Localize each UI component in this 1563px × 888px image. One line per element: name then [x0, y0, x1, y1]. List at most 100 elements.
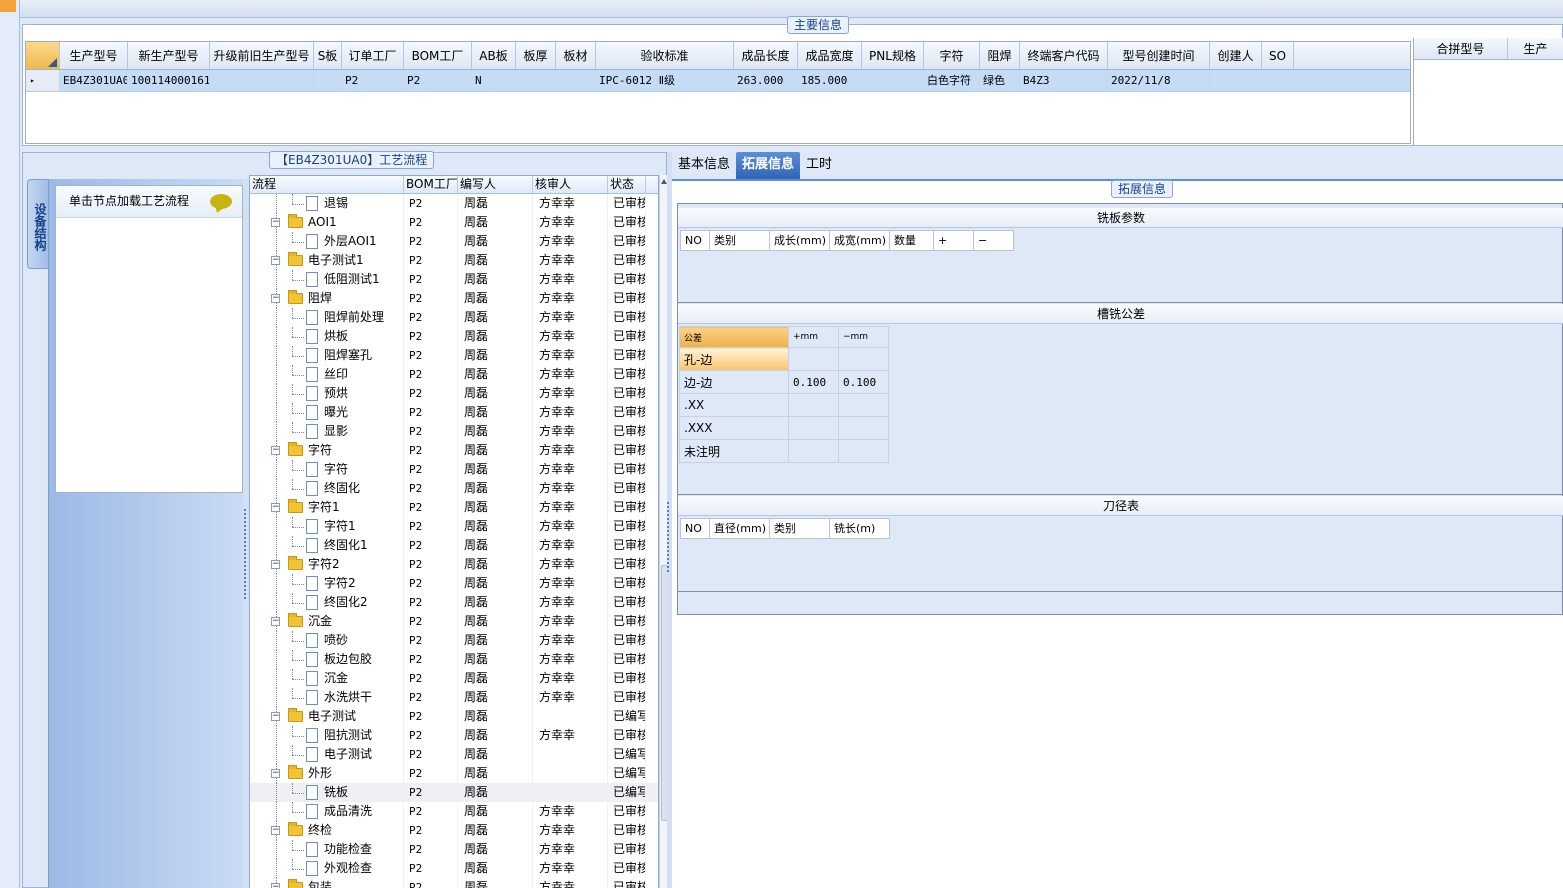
tolerance-cell[interactable]: [788, 439, 839, 463]
table-cell[interactable]: [556, 70, 596, 91]
milling-column-header[interactable]: +: [934, 230, 974, 251]
milling-column-header[interactable]: 成宽(mm): [830, 230, 890, 251]
grid-corner-select-all[interactable]: [26, 42, 60, 69]
table-cell[interactable]: 185.000: [798, 70, 862, 91]
side-tab-equipment-structure[interactable]: 设备结构: [27, 179, 49, 269]
column-header[interactable]: 板材: [556, 42, 596, 69]
tree-row[interactable]: 终固化 P2 周磊 方幸幸 已审核: [250, 479, 658, 498]
tree-row[interactable]: − 外形 P2 周磊 已编写: [250, 764, 658, 783]
tolerance-cell[interactable]: 未注明: [679, 439, 789, 463]
tree-node-label[interactable]: 终固化1: [324, 536, 368, 555]
tab-work-hours[interactable]: 工时: [800, 152, 838, 179]
tool-column-header[interactable]: NO: [680, 518, 710, 539]
tree-node-label[interactable]: 丝印: [324, 365, 348, 384]
tree-row[interactable]: 喷砂 P2 周磊 方幸幸 已审核: [250, 631, 658, 650]
tree-node-label[interactable]: 终固化2: [324, 593, 368, 612]
tree-node-label[interactable]: 字符: [324, 460, 348, 479]
column-header[interactable]: SO: [1262, 42, 1294, 69]
tree-node-label[interactable]: 阻焊: [308, 289, 332, 308]
tree-node-label[interactable]: 功能检查: [324, 840, 372, 859]
tool-column-header[interactable]: 直径(mm): [710, 518, 770, 539]
splitter-grip[interactable]: [244, 509, 248, 599]
tree-node-label[interactable]: 字符: [308, 441, 332, 460]
tree-node-label[interactable]: 低阻测试1: [324, 270, 380, 289]
tree-row[interactable]: − 阻焊 P2 周磊 方幸幸 已审核: [250, 289, 658, 308]
tree-row[interactable]: 铣板 P2 周磊 已编写: [250, 783, 658, 802]
tree-node-label[interactable]: 曝光: [324, 403, 348, 422]
collapse-toggle-icon[interactable]: −: [271, 294, 280, 303]
splitter-grip[interactable]: [667, 502, 669, 572]
tree-node-label[interactable]: 外观检查: [324, 859, 372, 878]
tree-row[interactable]: − 字符2 P2 周磊 方幸幸 已审核: [250, 555, 658, 574]
table-cell[interactable]: [862, 70, 924, 91]
tree-node-label[interactable]: 预烘: [324, 384, 348, 403]
tree-column-header[interactable]: 核审人: [533, 176, 608, 193]
tolerance-cell[interactable]: 0.100: [788, 370, 839, 394]
tree-row[interactable]: 电子测试 P2 周磊 已编写: [250, 745, 658, 764]
tree-node-label[interactable]: 退锡: [324, 194, 348, 213]
column-header[interactable]: 成品宽度: [798, 42, 862, 69]
tree-node-label[interactable]: 铣板: [324, 783, 348, 802]
tree-row[interactable]: 低阻测试1 P2 周磊 方幸幸 已审核: [250, 270, 658, 289]
tree-node-label[interactable]: 电子测试: [308, 707, 356, 726]
tolerance-cell[interactable]: .XX: [679, 393, 789, 417]
tree-row[interactable]: 板边包胶 P2 周磊 方幸幸 已审核: [250, 650, 658, 669]
tree-row[interactable]: − 字符1 P2 周磊 方幸幸 已审核: [250, 498, 658, 517]
column-header[interactable]: BOM工厂: [404, 42, 472, 69]
tree-column-header[interactable]: 状态: [608, 176, 646, 193]
collapse-toggle-icon[interactable]: −: [271, 218, 280, 227]
table-cell[interactable]: P2: [342, 70, 404, 91]
tolerance-cell[interactable]: [788, 347, 839, 371]
collapse-toggle-icon[interactable]: −: [271, 256, 280, 265]
column-header[interactable]: 板厚: [516, 42, 556, 69]
tree-column-header[interactable]: 编写人: [458, 176, 533, 193]
tolerance-row[interactable]: 孔-边: [679, 347, 889, 371]
tree-row[interactable]: 终固化2 P2 周磊 方幸幸 已审核: [250, 593, 658, 612]
tree-row[interactable]: 功能检查 P2 周磊 方幸幸 已审核: [250, 840, 658, 859]
table-cell[interactable]: P2: [404, 70, 472, 91]
milling-column-header[interactable]: −: [974, 230, 1014, 251]
table-cell[interactable]: 2022/11/8: [1108, 70, 1210, 91]
tree-row[interactable]: 外层AOI1 P2 周磊 方幸幸 已审核: [250, 232, 658, 251]
tolerance-cell[interactable]: [838, 347, 889, 371]
tree-row[interactable]: 阻焊塞孔 P2 周磊 方幸幸 已审核: [250, 346, 658, 365]
tree-node-label[interactable]: 沉金: [324, 669, 348, 688]
tree-row[interactable]: 字符1 P2 周磊 方幸幸 已审核: [250, 517, 658, 536]
column-header[interactable]: 新生产型号: [128, 42, 210, 69]
table-cell[interactable]: 白色字符: [924, 70, 980, 91]
tree-row[interactable]: 曝光 P2 周磊 方幸幸 已审核: [250, 403, 658, 422]
tolerance-cell[interactable]: .XXX: [679, 416, 789, 440]
column-header[interactable]: 合拼型号: [1414, 38, 1508, 59]
tree-node-label[interactable]: 显影: [324, 422, 348, 441]
tolerance-row[interactable]: .XXX: [679, 416, 889, 440]
tree-node-label[interactable]: AOI1: [308, 213, 337, 232]
collapse-toggle-icon[interactable]: −: [271, 503, 280, 512]
table-cell[interactable]: [1262, 70, 1294, 91]
table-cell[interactable]: EB4Z301UA0: [60, 70, 128, 91]
tool-column-header[interactable]: 类别: [770, 518, 830, 539]
collapse-toggle-icon[interactable]: −: [271, 769, 280, 778]
tolerance-row[interactable]: .XX: [679, 393, 889, 417]
tab-extended-info[interactable]: 拓展信息: [736, 152, 801, 179]
tree-node-label[interactable]: 电子测试1: [308, 251, 364, 270]
tolerance-cell[interactable]: [788, 393, 839, 417]
tree-node-label[interactable]: 烘板: [324, 327, 348, 346]
tree-row[interactable]: 阻焊前处理 P2 周磊 方幸幸 已审核: [250, 308, 658, 327]
column-header[interactable]: 生产型号: [60, 42, 128, 69]
tree-node-label[interactable]: 水洗烘干: [324, 688, 372, 707]
column-header[interactable]: 字符: [924, 42, 980, 69]
tolerance-cell[interactable]: 0.100: [838, 370, 889, 394]
table-cell[interactable]: 绿色: [980, 70, 1020, 91]
tolerance-cell[interactable]: [838, 439, 889, 463]
tree-node-label[interactable]: 沉金: [308, 612, 332, 631]
tree-node-label[interactable]: 阻焊前处理: [324, 308, 384, 327]
tree-row[interactable]: 字符 P2 周磊 方幸幸 已审核: [250, 460, 658, 479]
tree-node-label[interactable]: 包装: [308, 878, 332, 888]
tree-node-label[interactable]: 阻抗测试: [324, 726, 372, 745]
tolerance-cell[interactable]: [838, 416, 889, 440]
tree-row[interactable]: 丝印 P2 周磊 方幸幸 已审核: [250, 365, 658, 384]
collapse-toggle-icon[interactable]: −: [271, 826, 280, 835]
tree-row[interactable]: − 包装 P2 周磊 方幸幸 已审核: [250, 878, 658, 888]
column-header[interactable]: 终端客户代码: [1020, 42, 1108, 69]
tree-row[interactable]: 外观检查 P2 周磊 方幸幸 已审核: [250, 859, 658, 878]
